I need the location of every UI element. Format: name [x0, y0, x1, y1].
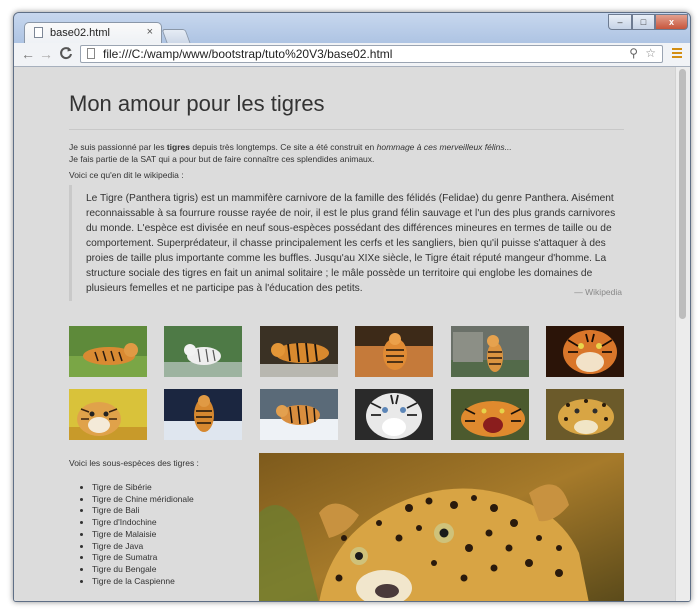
wiki-intro: Voici ce qu'en dit le wikipedia :: [69, 170, 184, 180]
list-item: Tigre de Bali: [92, 505, 194, 517]
scrollbar-thumb[interactable]: [679, 69, 686, 319]
list-item: Tigre de la Caspienne: [92, 576, 194, 588]
url-text[interactable]: file:///C:/wamp/www/bootstrap/tuto%20V3/…: [103, 47, 392, 61]
forward-arrow-icon[interactable]: →: [38, 46, 54, 62]
roaring-tiger-thumbnail[interactable]: [451, 389, 529, 440]
tiger-face-thumbnail[interactable]: [546, 326, 624, 377]
new-tab-button[interactable]: [161, 29, 191, 43]
tiger-snow-thumbnail[interactable]: [260, 389, 338, 440]
list-item: Tigre de Malaisie: [92, 529, 194, 541]
list-item: Tigre de Chine méridionale: [92, 494, 194, 506]
address-bar[interactable]: file:///C:/wamp/www/bootstrap/tuto%20V3/…: [80, 45, 663, 63]
quote-source: — Wikipedia: [574, 287, 622, 297]
list-item: Tigre de Sumatra: [92, 552, 194, 564]
tiger-thumbnail[interactable]: [355, 326, 433, 377]
tab-close-icon[interactable]: ×: [147, 26, 153, 38]
intro-bold: tigres: [166, 142, 190, 152]
jaguar-photo: [259, 453, 624, 601]
jaguar-thumbnail[interactable]: [546, 389, 624, 440]
tiger-thumbnail[interactable]: [260, 326, 338, 377]
vertical-scrollbar[interactable]: [675, 67, 690, 601]
browser-tab[interactable]: base02.html ×: [24, 22, 162, 44]
list-item: Tigre de Java: [92, 541, 194, 553]
browser-toolbar: ← → file:///C:/wamp/www/bootstrap/tuto%2…: [14, 43, 690, 67]
list-item: Tigre de Sibérie: [92, 482, 194, 494]
intro-text-2: depuis très longtemps. Ce site a été con…: [189, 142, 377, 152]
tiger-cub-thumbnail[interactable]: [69, 389, 147, 440]
minimize-button[interactable]: –: [608, 14, 632, 30]
close-button[interactable]: x: [655, 14, 688, 30]
white-tiger-thumbnail[interactable]: [164, 326, 242, 377]
intro-line-2: Je fais partie de la SAT qui a pour but …: [69, 154, 375, 164]
subspecies-intro: Voici les sous-espèces des tigres :: [69, 458, 199, 468]
tiger-snow-thumbnail[interactable]: [164, 389, 242, 440]
tiger-thumbnail[interactable]: [69, 326, 147, 377]
white-tiger-face-thumbnail[interactable]: [355, 389, 433, 440]
title-bar: base02.html × – □ x: [14, 13, 690, 44]
document-icon: [34, 27, 43, 38]
back-arrow-icon[interactable]: ←: [20, 46, 36, 62]
tiger-thumbnail[interactable]: [451, 326, 529, 377]
tab-title: base02.html: [50, 27, 110, 39]
intro-italic: hommage à ces merveilleux félins...: [376, 142, 512, 152]
list-item: Tigre d'Indochine: [92, 517, 194, 529]
quote-text: Le Tigre (Panthera tigris) est un mammif…: [86, 193, 616, 294]
search-icon[interactable]: ⚲: [629, 46, 638, 60]
page-icon: [87, 48, 95, 59]
intro-paragraph: Je suis passionné par les tigres depuis …: [69, 141, 512, 165]
page-title: Mon amour pour les tigres: [69, 91, 325, 116]
divider: [69, 129, 624, 130]
maximize-button[interactable]: □: [632, 14, 655, 30]
page-viewport: Mon amour pour les tigres Je suis passio…: [14, 67, 690, 601]
bookmark-star-icon[interactable]: ☆: [645, 46, 656, 60]
intro-text-1: Je suis passionné par les: [69, 142, 167, 152]
menu-icon[interactable]: [672, 48, 682, 60]
browser-window: base02.html × – □ x ← → file:///C:/wamp/…: [13, 12, 691, 602]
list-item: Tigre du Bengale: [92, 564, 194, 576]
subspecies-list: Tigre de Sibérie Tigre de Chine méridion…: [80, 482, 194, 587]
wikipedia-quote: Le Tigre (Panthera tigris) est un mammif…: [69, 185, 624, 301]
reload-icon[interactable]: [58, 46, 74, 62]
